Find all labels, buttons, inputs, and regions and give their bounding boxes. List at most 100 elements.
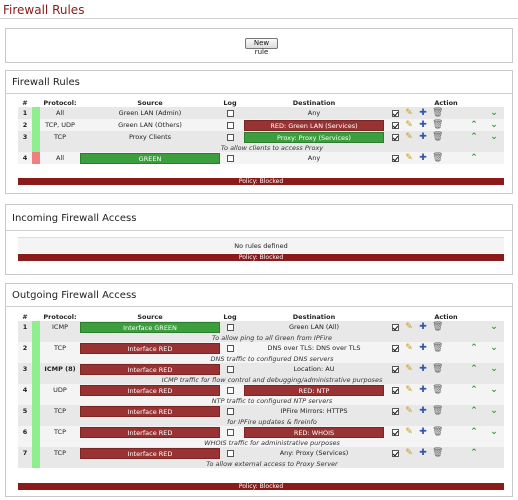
copy-plus-icon[interactable]: ✚ xyxy=(418,385,428,395)
chevron-down-icon[interactable]: ⌄ xyxy=(489,427,499,437)
enabled-checkbox[interactable] xyxy=(391,428,399,436)
log-checkbox[interactable] xyxy=(226,154,234,162)
spacer-cell xyxy=(444,384,464,396)
table-header-row: # Protocol: Source Log Destination Actio… xyxy=(18,313,505,321)
enabled-checkbox[interactable] xyxy=(391,323,399,331)
copy-plus-icon[interactable]: ✚ xyxy=(418,108,428,118)
log-checkbox[interactable] xyxy=(226,133,234,141)
log-checkbox[interactable] xyxy=(226,344,234,352)
trash-icon[interactable]: 🗑 xyxy=(432,153,443,163)
chevron-up-icon[interactable]: ⌃ xyxy=(469,132,479,142)
trash-icon[interactable]: 🗑 xyxy=(432,427,443,437)
rule-status-indicator[interactable] xyxy=(32,107,40,119)
chevron-down-icon[interactable]: ⌄ xyxy=(489,132,499,142)
rule-status-indicator[interactable] xyxy=(32,131,40,152)
pencil-icon[interactable]: ✎ xyxy=(404,364,414,374)
trash-icon[interactable]: 🗑 xyxy=(432,406,443,416)
rule-status-indicator[interactable] xyxy=(32,119,40,131)
copy-plus-icon[interactable]: ✚ xyxy=(418,153,428,163)
delete-cell: 🗑 xyxy=(430,426,444,438)
enabled-checkbox[interactable] xyxy=(391,449,399,457)
enabled-checkbox[interactable] xyxy=(391,109,399,117)
table-row: 6 TCP Interface RED RED: WHOIS ✎ ✚ 🗑 ⌃ ⌄ xyxy=(18,426,505,447)
trash-icon[interactable]: 🗑 xyxy=(432,448,443,458)
chevron-down-icon[interactable]: ⌄ xyxy=(489,364,499,374)
outgoing-rules-table: # Protocol: Source Log Destination Actio… xyxy=(18,313,505,468)
trash-icon[interactable]: 🗑 xyxy=(432,322,443,332)
rule-status-indicator[interactable] xyxy=(32,342,40,363)
rule-destination: Location: AU xyxy=(240,363,388,375)
chevron-down-icon[interactable]: ⌄ xyxy=(489,385,499,395)
rule-destination: IPFire Mirrors: HTTPS xyxy=(240,405,388,417)
chevron-down-icon[interactable]: ⌄ xyxy=(489,108,499,118)
pencil-icon[interactable]: ✎ xyxy=(404,385,414,395)
new-rule-button[interactable]: New rule xyxy=(245,38,278,56)
enabled-checkbox[interactable] xyxy=(391,407,399,415)
chevron-up-icon[interactable]: ⌃ xyxy=(469,448,479,458)
pencil-icon[interactable]: ✎ xyxy=(404,406,414,416)
pencil-icon[interactable]: ✎ xyxy=(404,120,414,130)
rule-status-indicator[interactable] xyxy=(32,384,40,405)
enabled-checkbox[interactable] xyxy=(391,365,399,373)
chevron-up-icon[interactable]: ⌃ xyxy=(469,153,479,163)
trash-icon[interactable]: 🗑 xyxy=(432,364,443,374)
rule-status-indicator[interactable] xyxy=(32,363,40,384)
trash-icon[interactable]: 🗑 xyxy=(432,108,443,118)
status-bar xyxy=(32,363,40,384)
section-divider xyxy=(6,230,512,231)
copy-plus-icon[interactable]: ✚ xyxy=(418,448,428,458)
enabled-checkbox[interactable] xyxy=(391,121,399,129)
edit-cell: ✎ xyxy=(402,119,416,131)
delete-cell: 🗑 xyxy=(430,152,444,164)
chevron-up-icon[interactable]: ⌃ xyxy=(469,364,479,374)
chevron-up-icon[interactable]: ⌃ xyxy=(469,385,479,395)
copy-plus-icon[interactable]: ✚ xyxy=(418,406,428,416)
log-checkbox[interactable] xyxy=(226,109,234,117)
chevron-down-icon[interactable]: ⌄ xyxy=(489,406,499,416)
copy-plus-icon[interactable]: ✚ xyxy=(418,427,428,437)
rule-status-indicator[interactable] xyxy=(32,426,40,447)
move-down-cell: ⌄ xyxy=(484,119,505,131)
chevron-up-icon[interactable]: ⌃ xyxy=(469,427,479,437)
log-checkbox[interactable] xyxy=(226,449,234,457)
trash-icon[interactable]: 🗑 xyxy=(432,120,443,130)
log-checkbox[interactable] xyxy=(226,428,234,436)
status-bar xyxy=(32,384,40,405)
log-checkbox[interactable] xyxy=(226,323,234,331)
pencil-icon[interactable]: ✎ xyxy=(404,427,414,437)
rule-status-indicator[interactable] xyxy=(32,405,40,426)
rule-status-indicator[interactable] xyxy=(32,447,40,468)
log-checkbox[interactable] xyxy=(226,386,234,394)
pencil-icon[interactable]: ✎ xyxy=(404,153,414,163)
chevron-up-icon[interactable]: ⌃ xyxy=(469,406,479,416)
enabled-checkbox[interactable] xyxy=(391,386,399,394)
pencil-icon[interactable]: ✎ xyxy=(404,448,414,458)
chevron-down-icon[interactable]: ⌄ xyxy=(489,343,499,353)
rule-status-indicator[interactable] xyxy=(32,152,40,164)
copy-plus-icon[interactable]: ✚ xyxy=(418,132,428,142)
log-checkbox[interactable] xyxy=(226,121,234,129)
log-checkbox[interactable] xyxy=(226,407,234,415)
copy-plus-icon[interactable]: ✚ xyxy=(418,120,428,130)
enabled-checkbox[interactable] xyxy=(391,344,399,352)
copy-plus-icon[interactable]: ✚ xyxy=(418,322,428,332)
trash-icon[interactable]: 🗑 xyxy=(432,343,443,353)
pencil-icon[interactable]: ✎ xyxy=(404,343,414,353)
chevron-down-icon[interactable]: ⌄ xyxy=(489,120,499,130)
chevron-up-icon[interactable]: ⌃ xyxy=(469,343,479,353)
pencil-icon[interactable]: ✎ xyxy=(404,132,414,142)
table-row: 1 ICMP Interface GREEN Green LAN (All) ✎ ✚ 🗑 ⌄ xyxy=(18,321,505,342)
chevron-up-icon[interactable]: ⌃ xyxy=(469,120,479,130)
copy-plus-icon[interactable]: ✚ xyxy=(418,343,428,353)
trash-icon[interactable]: 🗑 xyxy=(432,132,443,142)
pencil-icon[interactable]: ✎ xyxy=(404,108,414,118)
copy-plus-icon[interactable]: ✚ xyxy=(418,364,428,374)
enabled-checkbox[interactable] xyxy=(391,154,399,162)
log-checkbox[interactable] xyxy=(226,365,234,373)
pencil-icon[interactable]: ✎ xyxy=(404,322,414,332)
rule-status-indicator[interactable] xyxy=(32,321,40,342)
trash-icon[interactable]: 🗑 xyxy=(432,385,443,395)
chevron-down-icon[interactable]: ⌄ xyxy=(489,322,499,332)
enabled-checkbox[interactable] xyxy=(391,133,399,141)
destination-badge: Proxy: Proxy (Services) xyxy=(244,131,384,143)
